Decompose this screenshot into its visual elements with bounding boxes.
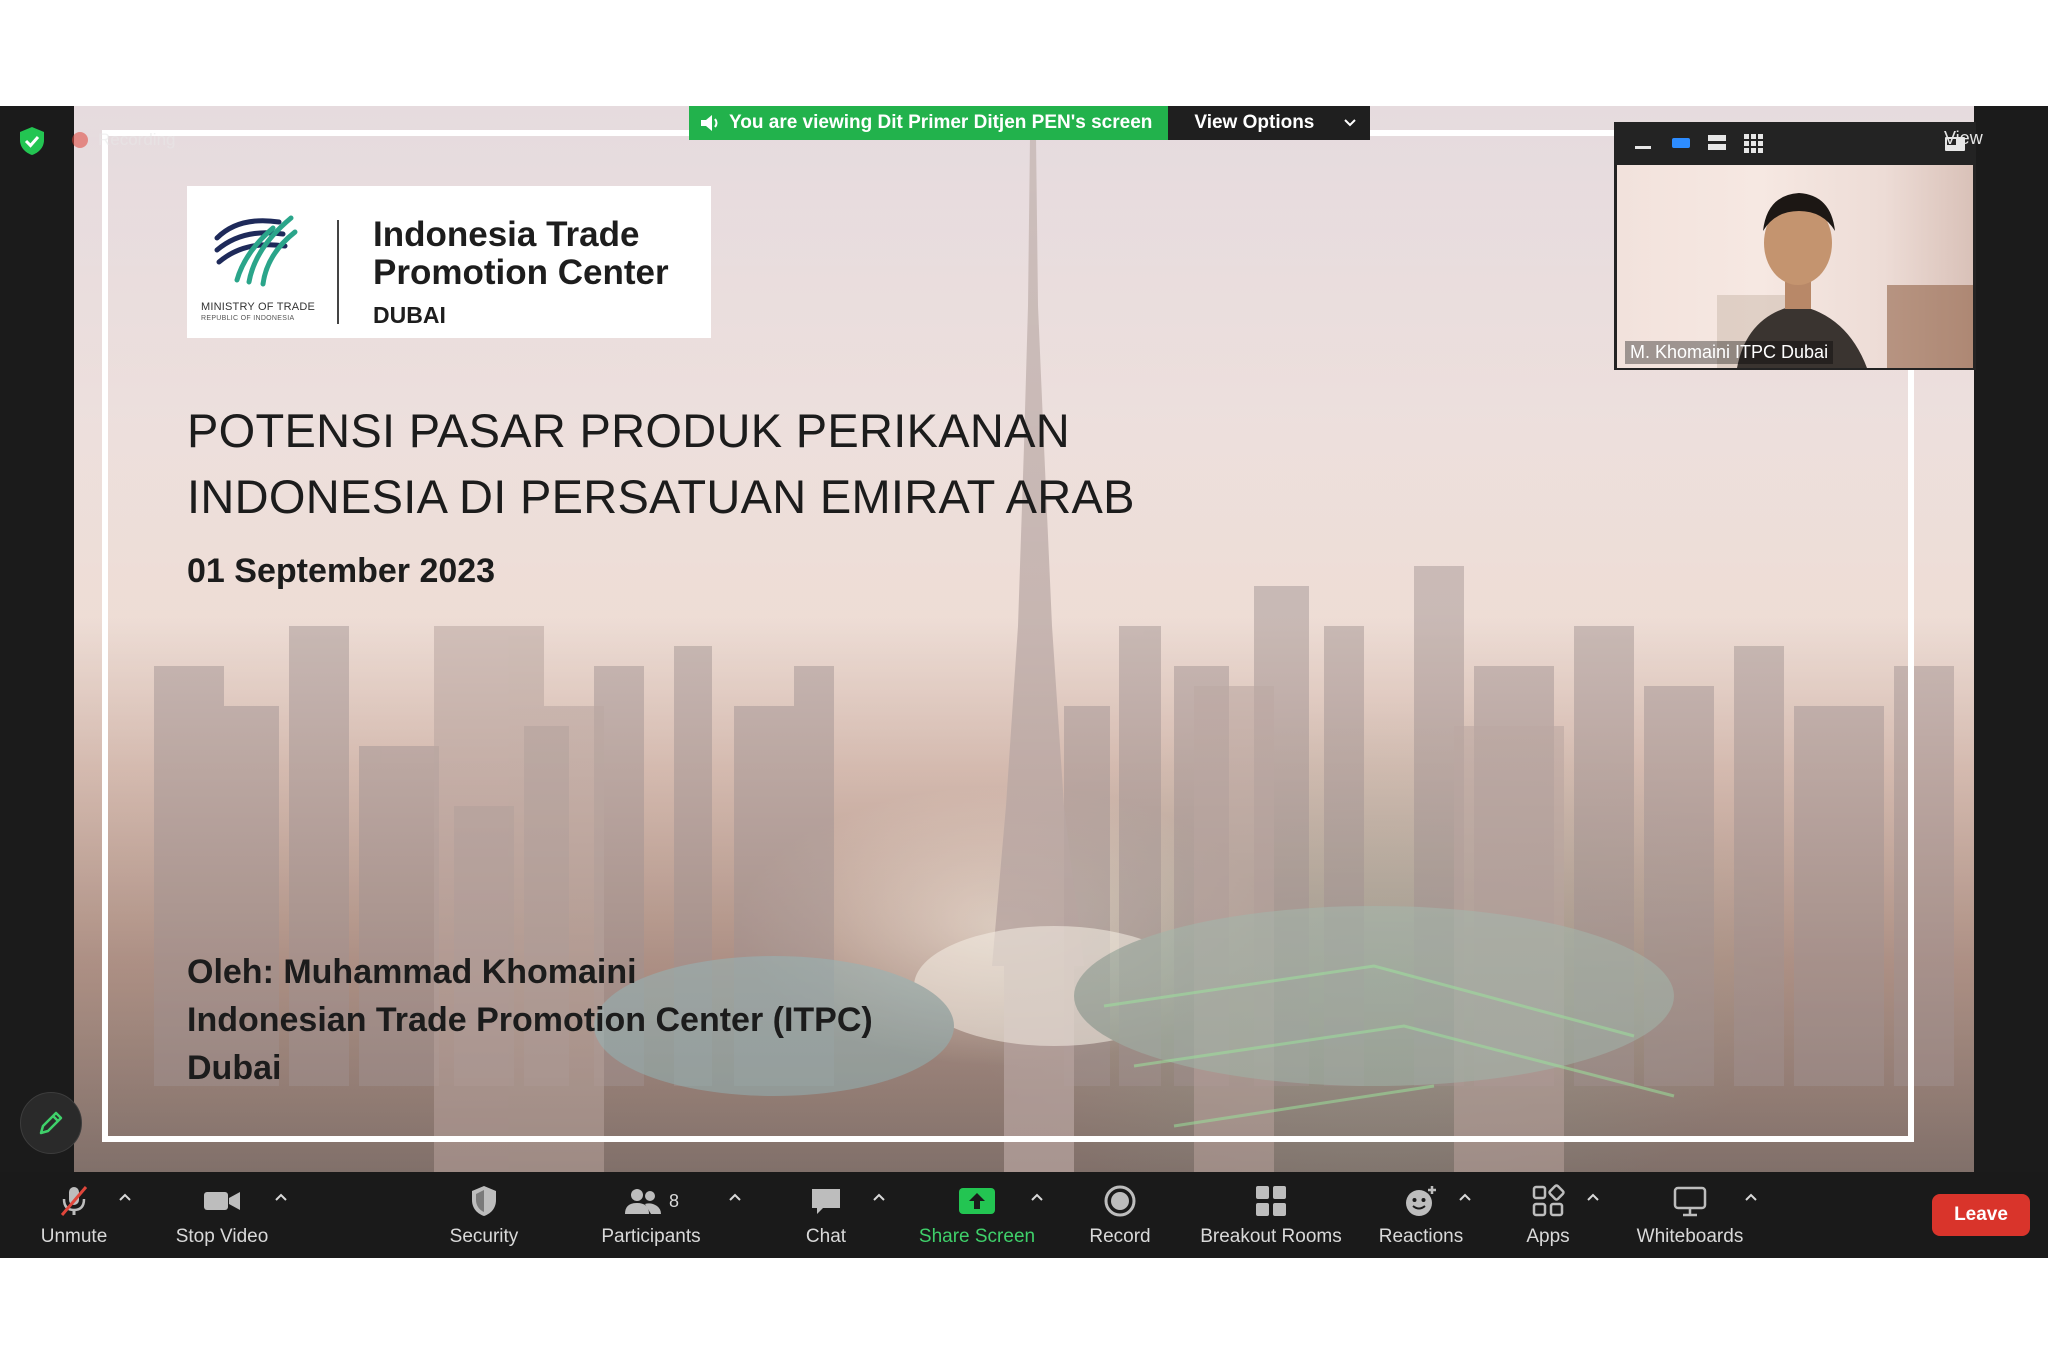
- audio-options-caret-icon[interactable]: [118, 1192, 132, 1202]
- view-menu-button[interactable]: View: [1944, 128, 1983, 149]
- slide-author-block: Oleh: Muhammad Khomaini Indonesian Trade…: [187, 948, 1087, 1092]
- slide-author-line2: Indonesian Trade Promotion Center (ITPC): [187, 1001, 873, 1039]
- participant-person: [1717, 193, 1973, 368]
- reactions-options-caret-icon[interactable]: [1458, 1192, 1472, 1202]
- security-button[interactable]: Security: [444, 1172, 524, 1258]
- speaker-icon: [701, 115, 718, 131]
- video-options-caret-icon[interactable]: [274, 1192, 288, 1202]
- record-button[interactable]: Record: [1084, 1172, 1156, 1258]
- share-notice-text: You are viewing Dit Primer Ditjen PEN's …: [729, 112, 1153, 133]
- microphone-muted-icon: [60, 1186, 88, 1216]
- speaker-view-icon[interactable]: [1670, 132, 1692, 154]
- participants-icon: [624, 1189, 661, 1214]
- leave-meeting-button[interactable]: Leave: [1932, 1194, 2030, 1236]
- breakout-rooms-button[interactable]: Breakout Rooms: [1194, 1172, 1348, 1258]
- unmute-button[interactable]: Unmute: [32, 1172, 116, 1258]
- reactions-smiley-icon: [1406, 1186, 1436, 1216]
- participants-options-caret-icon[interactable]: [728, 1192, 742, 1202]
- whiteboard-icon: [1673, 1186, 1707, 1217]
- chat-button[interactable]: Chat: [796, 1172, 856, 1258]
- logo-divider: [337, 220, 339, 324]
- ministry-of-trade-emblem: [214, 215, 298, 287]
- share-notice: You are viewing Dit Primer Ditjen PEN's …: [689, 106, 1169, 140]
- participant-video-feed: M. Khomaini ITPC Dubai: [1617, 165, 1973, 368]
- unmute-label: Unmute: [40, 1226, 108, 1247]
- share-options-caret-icon[interactable]: [1030, 1192, 1044, 1202]
- participants-label: Participants: [601, 1226, 701, 1247]
- security-shield-icon: [472, 1186, 496, 1216]
- logo-city: DUBAI: [373, 302, 446, 328]
- itpc-logo: MINISTRY OF TRADE REPUBLIC OF INDONESIA …: [187, 186, 711, 338]
- meeting-toolbar: Unmute Stop Video Security 8 Participant…: [0, 1172, 2048, 1258]
- logo-org-line2: Promotion Center: [373, 253, 669, 292]
- encryption-shield-icon[interactable]: [18, 126, 46, 156]
- chevron-down-icon: [1344, 119, 1357, 127]
- logo-ministry-text: MINISTRY OF TRADE: [201, 301, 316, 313]
- share-screen-icon: [959, 1188, 995, 1214]
- annotate-pencil-button[interactable]: [20, 1092, 82, 1154]
- reactions-button[interactable]: Reactions: [1376, 1172, 1466, 1258]
- chat-options-caret-icon[interactable]: [872, 1192, 886, 1202]
- view-label: View: [1944, 128, 1983, 148]
- slide-title-line2: INDONESIA DI PERSATUAN EMIRAT ARAB: [187, 470, 1135, 523]
- record-label: Record: [1089, 1226, 1151, 1247]
- strip-view-icon[interactable]: [1706, 132, 1728, 154]
- recording-indicator[interactable]: Recording: [72, 128, 176, 152]
- breakout-rooms-label: Breakout Rooms: [1200, 1226, 1342, 1247]
- stop-video-label: Stop Video: [175, 1226, 269, 1247]
- participants-button[interactable]: 8 Participants: [596, 1172, 706, 1258]
- apps-label: Apps: [1526, 1226, 1570, 1247]
- whiteboards-button[interactable]: Whiteboards: [1628, 1172, 1752, 1258]
- whiteboards-label: Whiteboards: [1636, 1226, 1744, 1247]
- recording-label: Recording: [98, 130, 176, 149]
- breakout-rooms-icon: [1256, 1186, 1286, 1216]
- apps-button[interactable]: Apps: [1518, 1172, 1578, 1258]
- participant-name-label: M. Khomaini ITPC Dubai: [1625, 341, 1834, 364]
- video-panel-toolbar: [1614, 122, 1976, 164]
- apps-options-caret-icon[interactable]: [1586, 1192, 1600, 1202]
- recording-dot-icon: [72, 132, 88, 148]
- reactions-label: Reactions: [1378, 1226, 1464, 1247]
- slide-title: POTENSI PASAR PRODUK PERIKANAN INDONESIA…: [187, 398, 1287, 530]
- zoom-meeting-window: MINISTRY OF TRADE REPUBLIC OF INDONESIA …: [0, 106, 2048, 1258]
- security-label: Security: [449, 1226, 519, 1247]
- screen-share-banner: You are viewing Dit Primer Ditjen PEN's …: [689, 106, 1371, 140]
- slide-author-line1: Oleh: Muhammad Khomaini: [187, 953, 637, 991]
- participant-video-panel[interactable]: M. Khomaini ITPC Dubai: [1614, 122, 1976, 370]
- chat-bubble-icon: [812, 1189, 840, 1214]
- share-screen-button[interactable]: Share Screen: [918, 1172, 1036, 1258]
- whiteboards-options-caret-icon[interactable]: [1744, 1192, 1758, 1202]
- logo-organization-name: Indonesia Trade Promotion Center: [373, 216, 703, 292]
- share-screen-label: Share Screen: [918, 1226, 1036, 1247]
- view-options-label: View Options: [1194, 112, 1315, 133]
- view-options-button[interactable]: View Options: [1168, 106, 1371, 140]
- chat-label: Chat: [805, 1226, 847, 1247]
- logo-org-line1: Indonesia Trade: [373, 215, 640, 254]
- record-icon: [1104, 1185, 1136, 1217]
- logo-republic-text: REPUBLIC OF INDONESIA: [201, 315, 295, 322]
- slide-author-line3: Dubai: [187, 1049, 282, 1087]
- apps-icon: [1532, 1184, 1565, 1217]
- minimize-video-icon[interactable]: [1632, 132, 1654, 154]
- participant-count-badge: 8: [668, 1190, 679, 1211]
- slide-title-line1: POTENSI PASAR PRODUK PERIKANAN: [187, 404, 1071, 457]
- pencil-icon: [39, 1111, 63, 1135]
- video-camera-icon: [204, 1192, 240, 1210]
- gallery-grid-icon[interactable]: [1742, 132, 1764, 154]
- slide-date: 01 September 2023: [187, 552, 496, 590]
- stop-video-button[interactable]: Stop Video: [170, 1172, 274, 1258]
